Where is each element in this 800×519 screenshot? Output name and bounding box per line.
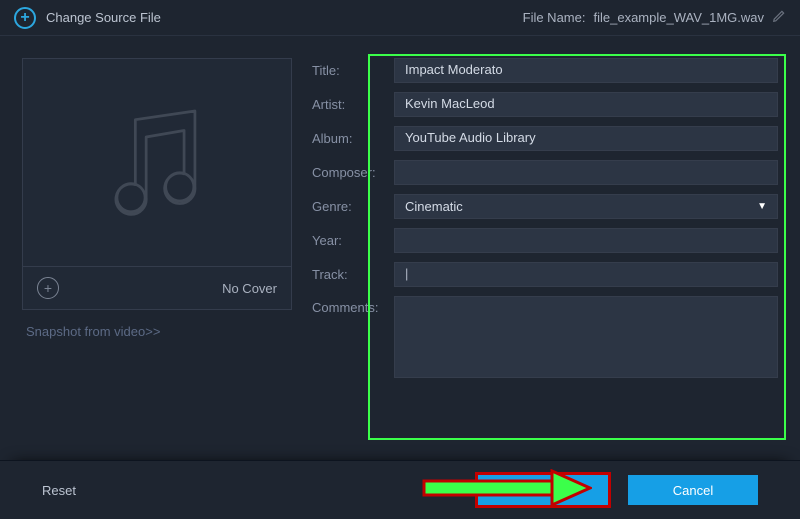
file-name-value: file_example_WAV_1MG.wav [593, 10, 764, 25]
annotation-arrow-icon [422, 469, 592, 507]
album-input[interactable]: YouTube Audio Library [394, 126, 778, 151]
plus-icon: + [14, 7, 36, 29]
snapshot-from-video-link[interactable]: Snapshot from video>> [22, 324, 312, 339]
label-year: Year: [312, 233, 394, 248]
header-bar: + Change Source File File Name: file_exa… [0, 0, 800, 36]
reset-button[interactable]: Reset [42, 483, 76, 498]
genre-select[interactable]: Cinematic ▼ [394, 194, 778, 219]
cover-panel: + No Cover Snapshot from video>> [22, 58, 312, 438]
label-title: Title: [312, 63, 394, 78]
pencil-icon [772, 9, 786, 23]
label-genre: Genre: [312, 199, 394, 214]
label-album: Album: [312, 131, 394, 146]
change-source-button[interactable]: + Change Source File [14, 7, 161, 29]
cancel-button[interactable]: Cancel [628, 475, 758, 505]
text-caret: | [405, 266, 408, 281]
cover-box: + No Cover [22, 58, 292, 310]
year-input[interactable] [394, 228, 778, 253]
track-input[interactable]: | [394, 262, 778, 287]
chevron-down-icon: ▼ [757, 201, 767, 212]
metadata-form: Title: Impact Moderato Artist: Kevin Mac… [312, 58, 778, 438]
cover-toolbar: + No Cover [23, 266, 291, 309]
add-cover-button[interactable]: + [37, 277, 59, 299]
edit-filename-button[interactable] [772, 9, 786, 26]
file-name-label: File Name: [523, 10, 586, 25]
label-comments: Comments: [312, 296, 394, 315]
title-input[interactable]: Impact Moderato [394, 58, 778, 83]
content-area: + No Cover Snapshot from video>> Title: … [0, 36, 800, 460]
label-track: Track: [312, 267, 394, 282]
genre-value: Cinematic [405, 199, 463, 214]
cover-image-placeholder [23, 59, 291, 266]
footer-bar: Reset Save Cancel [0, 460, 800, 519]
change-source-label: Change Source File [46, 10, 161, 25]
artist-input[interactable]: Kevin MacLeod [394, 92, 778, 117]
music-notes-icon [87, 98, 227, 228]
file-info: File Name: file_example_WAV_1MG.wav [523, 9, 786, 26]
label-composer: Composer: [312, 165, 394, 180]
composer-input[interactable] [394, 160, 778, 185]
comments-input[interactable] [394, 296, 778, 378]
label-artist: Artist: [312, 97, 394, 112]
no-cover-label: No Cover [222, 281, 277, 296]
